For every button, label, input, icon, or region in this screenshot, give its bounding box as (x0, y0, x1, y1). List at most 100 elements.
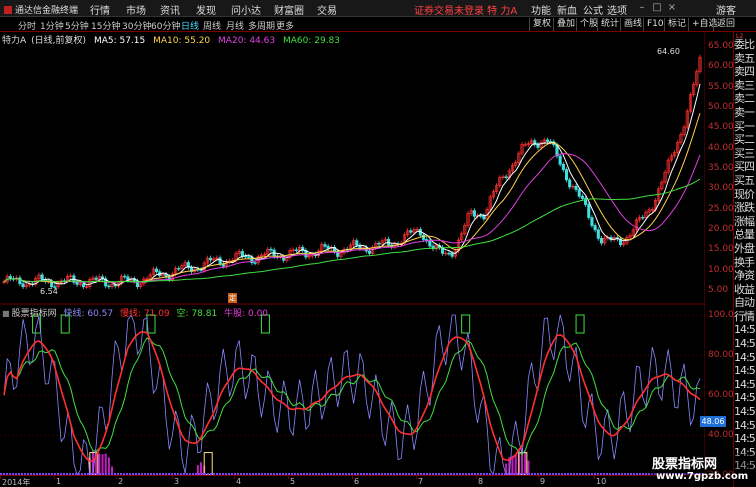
date-label: 7 (418, 477, 424, 486)
indicator-tick: 80.00 (708, 350, 734, 360)
sidebar-item[interactable]: 卖五 (734, 52, 756, 66)
indicator-tick: 40.00 (708, 430, 734, 440)
period-tick[interactable]: 分时 (18, 19, 36, 32)
sidebar-item[interactable]: 涨幅 (734, 215, 756, 229)
sidebar-item[interactable]: 外盘 (734, 242, 756, 256)
sidebar-item[interactable]: 买五 (734, 174, 756, 188)
menu-quotes[interactable]: 行情 (90, 2, 110, 17)
sidebar-item[interactable]: 买四 (734, 160, 756, 174)
candle-body (596, 229, 600, 239)
ma20-label: MA20: 44.63 (218, 36, 276, 46)
sidebar-item[interactable]: 收益 (734, 283, 756, 297)
sidebar-item[interactable]: 14:5 (734, 419, 756, 433)
menu-news[interactable]: 资讯 (160, 2, 180, 17)
tool-overlay[interactable]: 叠加 (553, 18, 575, 31)
watermark-title: 股票指标网 (652, 457, 718, 472)
menu-trade[interactable]: 交易 (317, 2, 337, 17)
period-60min[interactable]: 60分钟 (151, 19, 180, 32)
candle-body (450, 252, 454, 257)
price-tick: 50.00 (708, 102, 734, 112)
period-toolbar: 分时 1分钟 5分钟 15分钟 30分钟 60分钟 日线 周线 月线 多周期 更… (0, 17, 756, 32)
period-more[interactable]: 更多 (276, 19, 294, 32)
sidebar-item[interactable]: 14:5 (734, 337, 756, 351)
user-label[interactable]: 游客 (716, 2, 736, 17)
sidebar-item[interactable]: 现价 (734, 188, 756, 202)
sidebar-item[interactable]: 卖二 (734, 92, 756, 106)
sidebar-item[interactable]: 买二 (734, 133, 756, 147)
sidebar-item[interactable]: 委比 (734, 38, 756, 52)
candle-body (253, 262, 257, 264)
bull-bar (514, 454, 517, 475)
sidebar-item[interactable]: 卖一 (734, 106, 756, 120)
date-tick (416, 476, 417, 479)
date-label: 3 (174, 477, 180, 486)
menu-discover[interactable]: 发现 (196, 2, 216, 17)
tool-mark[interactable]: 标记 (664, 18, 686, 31)
minimize-icon[interactable]: – (637, 2, 647, 14)
sidebar-item[interactable]: 自动 (734, 296, 756, 310)
menu-function[interactable]: 功能 (531, 2, 551, 17)
sidebar-item[interactable]: 14:5 (734, 378, 756, 392)
sidebar-item[interactable]: 卖四 (734, 65, 756, 79)
sidebar-item[interactable]: 14:5 (734, 351, 756, 365)
period-day[interactable]: 日线 (181, 19, 199, 32)
maximize-icon[interactable]: □ (652, 2, 662, 14)
tool-back[interactable]: 返回 (713, 18, 735, 31)
tool-f10[interactable]: F10 (643, 18, 664, 31)
period-5min[interactable]: 5分钟 (65, 19, 89, 32)
tool-draw[interactable]: 画线 (620, 18, 642, 31)
bull-bar (527, 460, 530, 475)
candle-body (545, 139, 550, 142)
sidebar-item[interactable]: 总量 (734, 228, 756, 242)
price-axis: 65.00 60.00 55.00 50.00 45.00 40.00 35.00 30.00… (705, 32, 734, 304)
period-15min[interactable]: 15分钟 (91, 19, 120, 32)
sidebar-item[interactable]: 14:5 (734, 391, 756, 405)
sidebar-item[interactable]: 换手 (734, 256, 756, 270)
tool-adjust[interactable]: 复权 (529, 18, 551, 31)
period-30min[interactable]: 30分钟 (122, 19, 151, 32)
period-week[interactable]: 周线 (203, 19, 221, 32)
close-icon[interactable]: × (667, 2, 677, 14)
period-1min[interactable]: 1分钟 (40, 19, 64, 32)
candle-body (164, 274, 168, 277)
candle-body (577, 189, 581, 197)
sidebar-item[interactable]: 涨跌 (734, 201, 756, 215)
sidebar-item[interactable]: 14:5 (734, 323, 756, 337)
price-tick: 10.00 (708, 264, 734, 275)
indicator-tick: 100.0 (708, 310, 734, 320)
kline-chart[interactable] (0, 32, 705, 475)
sidebar-item[interactable]: 买一 (734, 120, 756, 134)
sidebar-item[interactable]: 买三 (734, 147, 756, 161)
bull-bar (524, 451, 527, 475)
sidebar-item[interactable]: 14:5 (734, 432, 756, 446)
period-month[interactable]: 月线 (226, 19, 244, 32)
sidebar-item[interactable]: 卖三 (734, 79, 756, 93)
candle-body (587, 204, 591, 218)
tool-stats[interactable]: 统计 (597, 18, 619, 31)
date-tick (172, 476, 173, 479)
candle-body (564, 169, 569, 181)
menu-formula[interactable]: 公式 (583, 2, 603, 17)
candle-body (240, 251, 244, 257)
candle-body (641, 216, 645, 219)
tool-stock[interactable]: 个股 (576, 18, 598, 31)
menu-new[interactable]: 新血 (557, 2, 577, 17)
sidebar-item[interactable]: 净资 (734, 269, 756, 283)
menu-market[interactable]: 市场 (126, 2, 146, 17)
sidebar-item[interactable]: 行情 (734, 310, 756, 324)
candle-body (323, 244, 327, 247)
ma5-line (3, 83, 701, 286)
menu-wealth[interactable]: 财富圈 (274, 2, 304, 17)
price-tick: 30.00 (708, 183, 734, 194)
indicator-name[interactable]: 股票指标网 (2, 309, 57, 319)
sidebar-item[interactable]: 14:5 (734, 364, 756, 378)
period-multi[interactable]: 多周期 (248, 19, 275, 32)
candle-body (599, 238, 604, 244)
candle-body (154, 268, 159, 273)
menu-options[interactable]: 选项 (607, 2, 627, 17)
date-tick (288, 476, 289, 479)
candle-body (590, 217, 594, 226)
menu-ask[interactable]: 问小达 (231, 2, 261, 17)
ma10-label: MA10: 55.20 (153, 36, 211, 46)
sidebar-item[interactable]: 14:5 (734, 405, 756, 419)
